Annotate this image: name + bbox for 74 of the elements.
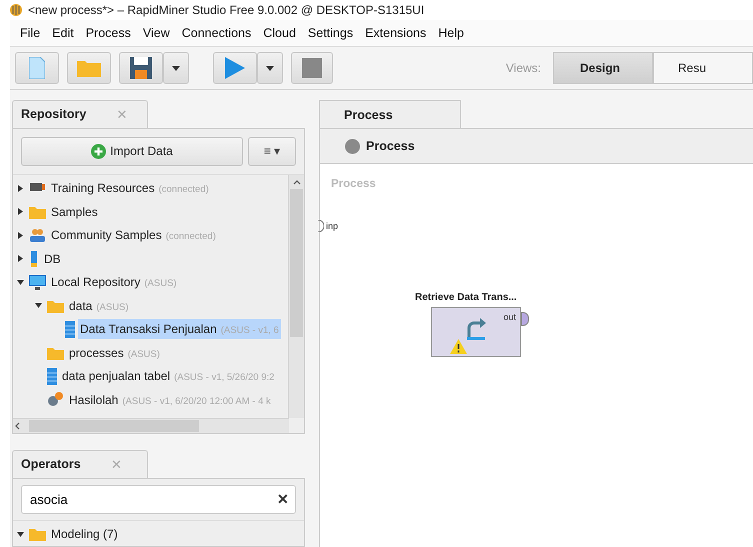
- people-icon: [29, 228, 46, 242]
- folder-icon: [29, 204, 46, 219]
- menu-item[interactable]: File: [14, 26, 46, 40]
- menu-item[interactable]: View: [136, 26, 176, 40]
- stop-icon: [302, 58, 322, 78]
- play-icon: [225, 57, 245, 79]
- view-tab[interactable]: Resu: [653, 52, 753, 84]
- menu-item[interactable]: Extensions: [359, 26, 432, 40]
- save-button[interactable]: [119, 52, 163, 84]
- output-port-icon[interactable]: [521, 312, 529, 326]
- operator-name: Retrieve Data Trans...: [415, 292, 517, 303]
- data-table-icon: [47, 368, 57, 385]
- menu-item[interactable]: Help: [432, 26, 470, 40]
- menu-dropdown-button[interactable]: ≡ ▾: [248, 136, 296, 166]
- views-label: Views:: [506, 61, 541, 75]
- retrieve-arrow-icon: [465, 318, 487, 340]
- process-tab[interactable]: Process: [319, 100, 461, 128]
- horizontal-scrollbar[interactable]: [13, 418, 289, 433]
- expand-arrow-icon[interactable]: [17, 184, 24, 192]
- panel-tab[interactable]: Operators: [21, 457, 81, 472]
- document-icon: [29, 57, 45, 79]
- stop-button[interactable]: [291, 52, 333, 84]
- tree-item[interactable]: Samples: [49, 202, 100, 222]
- scroll-left-icon[interactable]: [13, 422, 21, 430]
- tree-item[interactable]: Local Repository (ASUS): [49, 272, 179, 292]
- collapse-arrow-icon[interactable]: [17, 530, 24, 538]
- scroll-up-icon[interactable]: [292, 178, 300, 186]
- folder-icon: [47, 346, 64, 360]
- caret-icon: [172, 66, 180, 70]
- vertical-scrollbar[interactable]: [288, 174, 304, 418]
- operator-node[interactable]: out: [431, 307, 521, 357]
- collapse-arrow-icon[interactable]: [35, 302, 42, 310]
- port-label: inp: [326, 221, 338, 231]
- tree-item[interactable]: Training Resources (connected): [49, 178, 211, 198]
- folder-icon: [47, 298, 64, 313]
- database-icon: [29, 250, 39, 267]
- tree-item[interactable]: Modeling (7): [49, 524, 120, 544]
- menu-item[interactable]: Connections: [176, 26, 258, 40]
- dropdown-button[interactable]: [257, 52, 283, 84]
- plus-icon: [91, 144, 106, 159]
- tree-item[interactable]: Community Samples (connected): [49, 225, 218, 246]
- expand-arrow-icon[interactable]: [17, 232, 24, 239]
- port-label: out: [503, 312, 516, 322]
- tree-item[interactable]: data (ASUS): [67, 296, 131, 316]
- tree-item[interactable]: processes (ASUS): [67, 342, 162, 363]
- process-circle-icon: [345, 138, 360, 154]
- data-table-icon: [65, 320, 75, 338]
- tree-item[interactable]: Hasilolah (ASUS - v1, 6/20/20 12:00 AM - 4 k: [67, 390, 273, 410]
- panel-tab[interactable]: Repository: [21, 107, 86, 122]
- window-title: <new process*> – RapidMiner Studio Free 9.0.002 @ DESKTOP-S1315UI: [28, 3, 424, 17]
- collapse-arrow-icon[interactable]: [17, 278, 24, 286]
- menu-item[interactable]: Edit: [46, 26, 80, 40]
- input-port-icon[interactable]: [318, 220, 324, 232]
- gears-icon: [47, 392, 64, 408]
- tree-item[interactable]: Data Transaksi Penjualan (ASUS - v1, 6: [78, 319, 281, 340]
- folder-icon: [29, 527, 46, 542]
- monitor-icon: [29, 274, 46, 290]
- import-data-button[interactable]: Import Data: [21, 136, 243, 166]
- tree-item[interactable]: data penjualan tabel (ASUS - v1, 5/26/20 9:2: [60, 366, 276, 386]
- tree-item[interactable]: DB: [42, 248, 63, 269]
- menu-item[interactable]: Process: [80, 26, 137, 40]
- view-tab[interactable]: Design: [553, 52, 653, 84]
- breadcrumb-link[interactable]: Process: [366, 139, 415, 153]
- clear-icon[interactable]: ✕: [277, 491, 289, 507]
- expand-arrow-icon[interactable]: [17, 255, 24, 262]
- dropdown-button[interactable]: [163, 52, 189, 84]
- expand-arrow-icon[interactable]: [17, 208, 24, 216]
- canvas-label: Process: [331, 178, 376, 190]
- folder-icon: [77, 59, 101, 77]
- app-logo-icon: [10, 4, 22, 16]
- menu-item[interactable]: Settings: [302, 26, 360, 40]
- menu-item[interactable]: Cloud: [257, 26, 302, 40]
- caret-icon: [266, 66, 274, 70]
- search-field[interactable]: asocia ✕: [21, 484, 296, 514]
